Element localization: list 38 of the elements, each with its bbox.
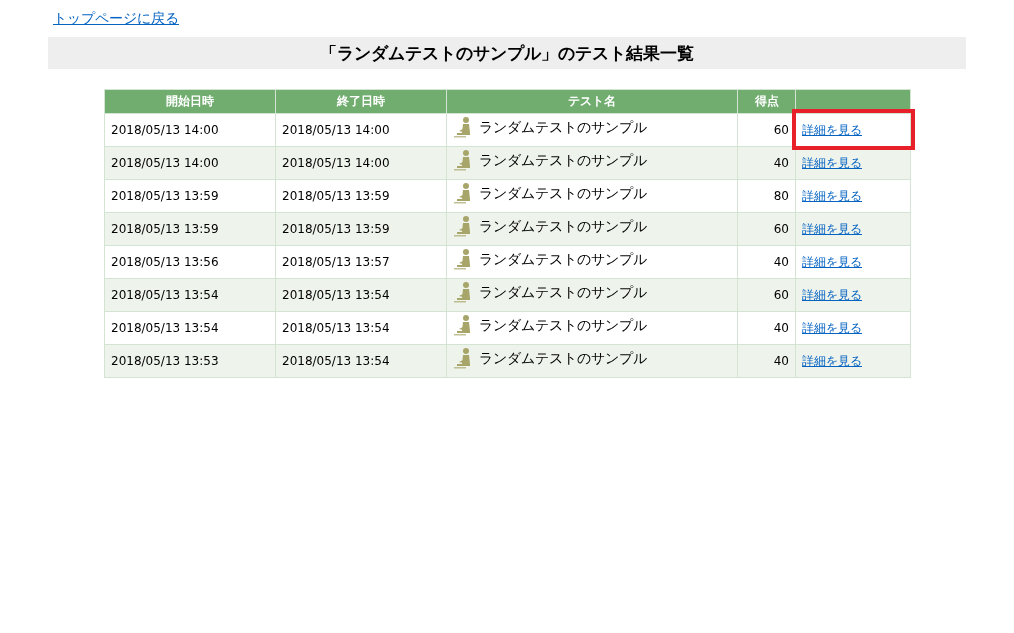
- table-cell: 2018/05/13 13:53: [104, 344, 276, 377]
- table-cell: 2018/05/13 13:54: [275, 344, 447, 377]
- page-title: 「ランダムテストのサンプル」のテスト結果一覧: [48, 36, 966, 69]
- column-header: 得点: [737, 89, 796, 113]
- table-cell: 40: [737, 344, 796, 377]
- table-cell: 60: [737, 278, 796, 311]
- table-cell: 40: [737, 245, 796, 278]
- column-header: 開始日時: [104, 89, 276, 113]
- table-cell: 2018/05/13 13:59: [275, 212, 447, 245]
- details-link[interactable]: 詳細を見る: [802, 118, 862, 141]
- back-link[interactable]: トップページに戻る: [53, 8, 179, 28]
- table-cell: 2018/05/13 13:54: [104, 278, 276, 311]
- table-cell: 2018/05/13 14:00: [104, 146, 276, 179]
- test-name: ランダムテストのサンプル: [479, 216, 647, 236]
- test-name: ランダムテストのサンプル: [479, 282, 647, 302]
- table-cell: 80: [737, 179, 796, 212]
- table-cell: 2018/05/13 13:59: [275, 179, 447, 212]
- table-cell: 2018/05/13 13:59: [104, 212, 276, 245]
- table-cell: 2018/05/13 14:00: [275, 113, 447, 146]
- column-header: 終了日時: [275, 89, 447, 113]
- table-cell: 60: [737, 212, 796, 245]
- table-cell: 2018/05/13 13:56: [104, 245, 276, 278]
- test-name: ランダムテストのサンプル: [479, 348, 647, 368]
- column-header: テスト名: [446, 89, 738, 113]
- table-cell: 2018/05/13 13:57: [275, 245, 447, 278]
- table-cell: 2018/05/13 13:59: [104, 179, 276, 212]
- test-name: ランダムテストのサンプル: [479, 183, 647, 203]
- table-cell: 2018/05/13 13:54: [275, 278, 447, 311]
- table-cell: 2018/05/13 14:00: [104, 113, 276, 146]
- table-cell: 2018/05/13 13:54: [275, 311, 447, 344]
- test-name: ランダムテストのサンプル: [479, 117, 647, 137]
- table-cell: 40: [737, 146, 796, 179]
- test-name: ランダムテストのサンプル: [479, 150, 647, 170]
- test-name: ランダムテストのサンプル: [479, 249, 647, 269]
- table-cell: 40: [737, 311, 796, 344]
- test-name: ランダムテストのサンプル: [479, 315, 647, 335]
- table-cell: 2018/05/13 13:54: [104, 311, 276, 344]
- table-cell: 2018/05/13 14:00: [275, 146, 447, 179]
